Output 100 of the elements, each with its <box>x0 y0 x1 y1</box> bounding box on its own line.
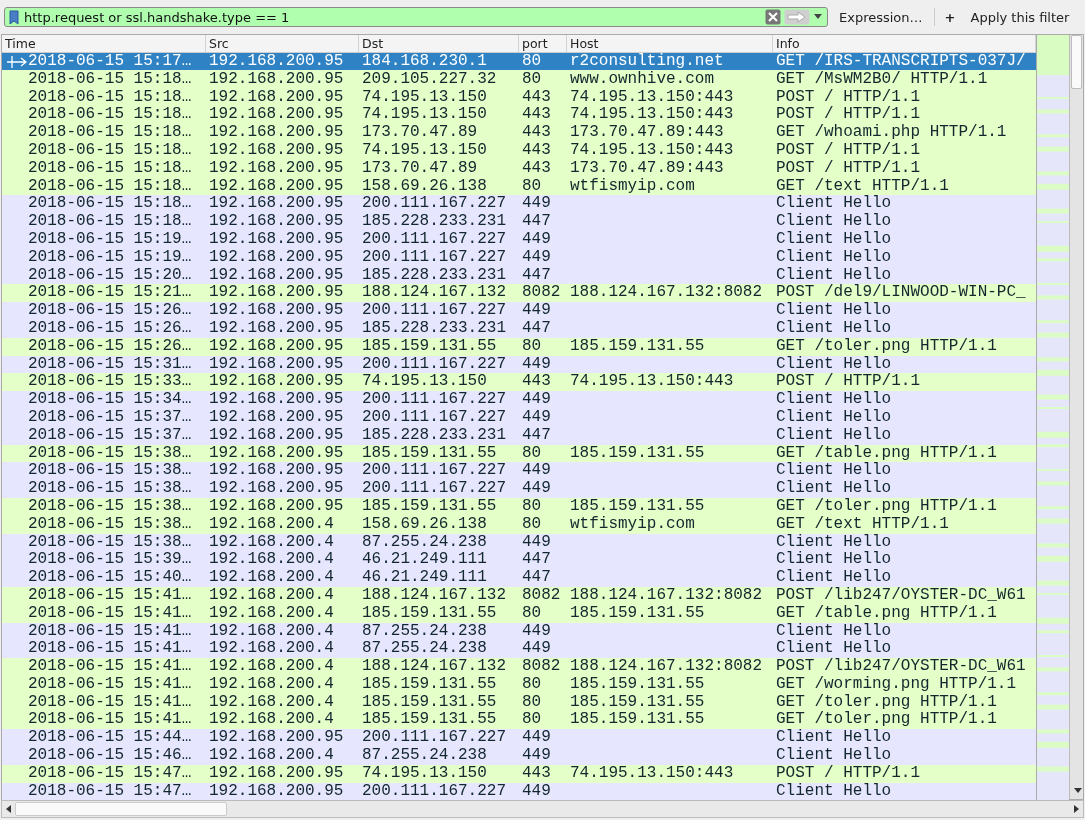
table-cell: 192.168.200.95 <box>209 195 344 214</box>
table-cell: 192.168.200.95 <box>209 302 344 320</box>
filter-field-frame[interactable]: http.request or ssl.handshake.type == 1 <box>4 7 828 27</box>
table-cell: 2018-06-15 15:17… <box>28 53 192 71</box>
packet-row[interactable]: 2018-06-15 15:17… 192.168.200.95 184.168.230.1 80 r2consulting.net GET /IRS-TRANSCRIPTS-037J/ <box>2 53 1036 71</box>
packet-row[interactable]: 2018-06-15 15:18… 192.168.200.95 200.111.167.227 449 Client Hello <box>2 195 1036 214</box>
packet-row[interactable]: 2018-06-15 15:26… 192.168.200.95 200.111.167.227 449 Client Hello <box>2 302 1036 320</box>
table-cell: 185.159.131.55 <box>362 693 497 712</box>
table-cell-text: Client Hello <box>776 195 892 213</box>
table-cell: 443 <box>522 88 551 107</box>
apply-filter-button[interactable]: Apply this filter <box>965 7 1075 27</box>
table-cell: GET /table.png HTTP/1.1 <box>776 604 997 623</box>
vertical-scrollbar[interactable] <box>1069 35 1083 799</box>
packet-row[interactable]: 2018-06-15 15:41… 192.168.200.4 185.159.131.55 80 185.159.131.55 GET /toler.png HTTP/1.1 <box>2 711 1036 730</box>
horizontal-scrollbar[interactable] <box>1 800 1084 818</box>
table-cell: 2018-06-15 15:41… <box>28 693 192 712</box>
table-cell: 192.168.200.95 <box>209 53 344 71</box>
table-cell: 443 <box>522 142 551 160</box>
table-cell: Client Hello <box>776 747 892 765</box>
packet-row[interactable]: 2018-06-15 15:44… 192.168.200.95 200.111.167.227 449 Client Hello <box>2 729 1036 748</box>
table-cell: Client Hello <box>776 248 892 267</box>
table-cell: 192.168.200.95 <box>209 70 344 89</box>
table-cell: 2018-06-15 15:41… <box>28 622 192 641</box>
packet-row[interactable]: 2018-06-15 15:34… 192.168.200.95 200.111.167.227 449 Client Hello <box>2 391 1036 409</box>
table-cell: GET /whoami.php HTTP/1.1 <box>776 124 1007 142</box>
table-cell: 2018-06-15 15:41… <box>28 675 192 694</box>
packet-row[interactable]: 2018-06-15 15:38… 192.168.200.95 200.111.167.227 449 Client Hello <box>2 462 1036 481</box>
table-cell: 192.168.200.95 <box>209 497 344 516</box>
dropdown-caret-icon[interactable] <box>813 14 823 20</box>
packet-row[interactable]: 2018-06-15 15:18… 192.168.200.95 173.70.47.89 443 173.70.47.89:443 GET /whoami.php HTTP/1.1 <box>2 124 1036 142</box>
clear-icon[interactable] <box>765 9 781 25</box>
table-cell: 449 <box>522 729 551 748</box>
table-cell: 2018-06-15 15:41… <box>28 658 192 676</box>
table-cell: 192.168.200.4 <box>209 693 334 712</box>
table-cell: 192.168.200.95 <box>209 373 344 392</box>
table-cell: 449 <box>522 302 551 320</box>
packet-row[interactable]: 2018-06-15 15:39… 192.168.200.4 46.21.249.111 447 Client Hello <box>2 551 1036 570</box>
table-cell-text: Client Hello <box>776 355 892 373</box>
column-header[interactable]: Src <box>206 35 359 52</box>
packet-row[interactable]: 2018-06-15 15:33… 192.168.200.95 74.195.13.150 443 74.195.13.150:443 POST / HTTP/1.1 <box>2 373 1036 392</box>
packet-row[interactable]: 2018-06-15 15:21… 192.168.200.95 188.124.167.132 8082 188.124.167.132:8082 POST /del9/LINWOOD-WIN-PC_ <box>2 284 1036 303</box>
packet-row[interactable]: 2018-06-15 15:46… 192.168.200.4 87.255.24.238 449 Client Hello <box>2 747 1036 765</box>
packet-row[interactable]: 2018-06-15 15:18… 192.168.200.95 185.228.233.231 447 Client Hello <box>2 213 1036 231</box>
packet-row[interactable]: 2018-06-15 15:38… 192.168.200.95 200.111.167.227 449 Client Hello <box>2 480 1036 498</box>
packet-row[interactable]: 2018-06-15 15:40… 192.168.200.4 46.21.249.111 447 Client Hello <box>2 569 1036 587</box>
table-cell: 447 <box>522 551 551 570</box>
table-cell: 192.168.200.95 <box>209 480 344 498</box>
table-cell: 192.168.200.95 <box>209 248 344 267</box>
table-cell: 158.69.26.138 <box>362 515 487 534</box>
table-cell: 80 <box>522 70 542 89</box>
column-header[interactable]: Dst <box>359 35 519 52</box>
table-cell: Client Hello <box>776 480 892 498</box>
table-cell: 2018-06-15 15:34… <box>28 391 192 409</box>
table-cell: 185.159.131.55 <box>570 675 705 694</box>
scrollbar-thumb[interactable] <box>1071 35 1082 89</box>
table-cell-text: GET /text HTTP/1.1 <box>776 177 949 195</box>
packet-row[interactable]: 2018-06-15 15:41… 192.168.200.4 87.255.24.238 449 Client Hello <box>2 640 1036 659</box>
table-cell: 192.168.200.4 <box>209 658 334 676</box>
table-cell: Client Hello <box>776 569 892 587</box>
bookmark-icon[interactable] <box>9 9 19 25</box>
scroll-down-icon[interactable] <box>1074 788 1082 793</box>
table-cell: 2018-06-15 15:40… <box>28 569 192 587</box>
table-cell: 200.111.167.227 <box>362 462 507 481</box>
display-filter-field[interactable]: http.request or ssl.handshake.type == 1 <box>22 9 762 25</box>
table-cell: 185.159.131.55 <box>362 497 497 516</box>
table-cell: 192.168.200.95 <box>209 159 344 178</box>
table-cell: 74.195.13.150 <box>362 764 487 783</box>
column-header[interactable]: Info <box>773 35 1036 52</box>
table-cell: 158.69.26.138 <box>362 177 487 196</box>
table-cell: 449 <box>522 782 551 801</box>
table-cell: 74.195.13.150:443 <box>570 764 734 783</box>
scroll-right-icon[interactable] <box>1074 805 1079 813</box>
table-cell: www.ownhive.com <box>570 70 715 89</box>
table-cell: 2018-06-15 15:18… <box>28 124 192 142</box>
table-cell-text: GET /toler.png HTTP/1.1 <box>776 693 997 711</box>
table-cell: 449 <box>522 195 551 214</box>
table-cell: 192.168.200.4 <box>209 533 334 552</box>
table-cell: POST / HTTP/1.1 <box>776 159 921 178</box>
packet-row[interactable]: 2018-06-15 15:41… 192.168.200.4 188.124.167.132 8082 188.124.167.132:8082 POST /lib247/OYSTER-DC_W61 <box>2 658 1036 676</box>
packet-row[interactable]: 2018-06-15 15:18… 192.168.200.95 74.195.13.150 443 74.195.13.150:443 POST / HTTP/1.1 <box>2 106 1036 125</box>
expression-button[interactable]: Expression… <box>834 7 928 27</box>
table-cell: 2018-06-15 15:38… <box>28 497 192 516</box>
table-cell: 449 <box>522 640 551 659</box>
column-header[interactable]: port <box>519 35 567 52</box>
table-cell: wtfismyip.com <box>570 515 695 534</box>
table-cell: 173.70.47.89 <box>362 124 478 142</box>
table-cell: 184.168.230.1 <box>362 53 487 71</box>
add-filter-button[interactable]: + <box>940 7 960 27</box>
table-cell: 185.159.131.55 <box>570 337 705 356</box>
arrow-right-icon <box>6 56 28 68</box>
column-header[interactable]: Host <box>567 35 773 52</box>
table-cell: 449 <box>522 230 551 249</box>
table-cell: 192.168.200.95 <box>209 729 344 748</box>
table-cell: 192.168.200.4 <box>209 569 334 587</box>
table-cell: 185.159.131.55 <box>362 711 497 730</box>
scroll-left-icon[interactable] <box>6 805 11 813</box>
table-cell: GET /IRS-TRANSCRIPTS-037J/ <box>776 53 1026 71</box>
scrollbar-thumb[interactable] <box>15 802 227 816</box>
column-header[interactable]: Time <box>2 35 206 52</box>
table-cell: 447 <box>522 569 551 587</box>
